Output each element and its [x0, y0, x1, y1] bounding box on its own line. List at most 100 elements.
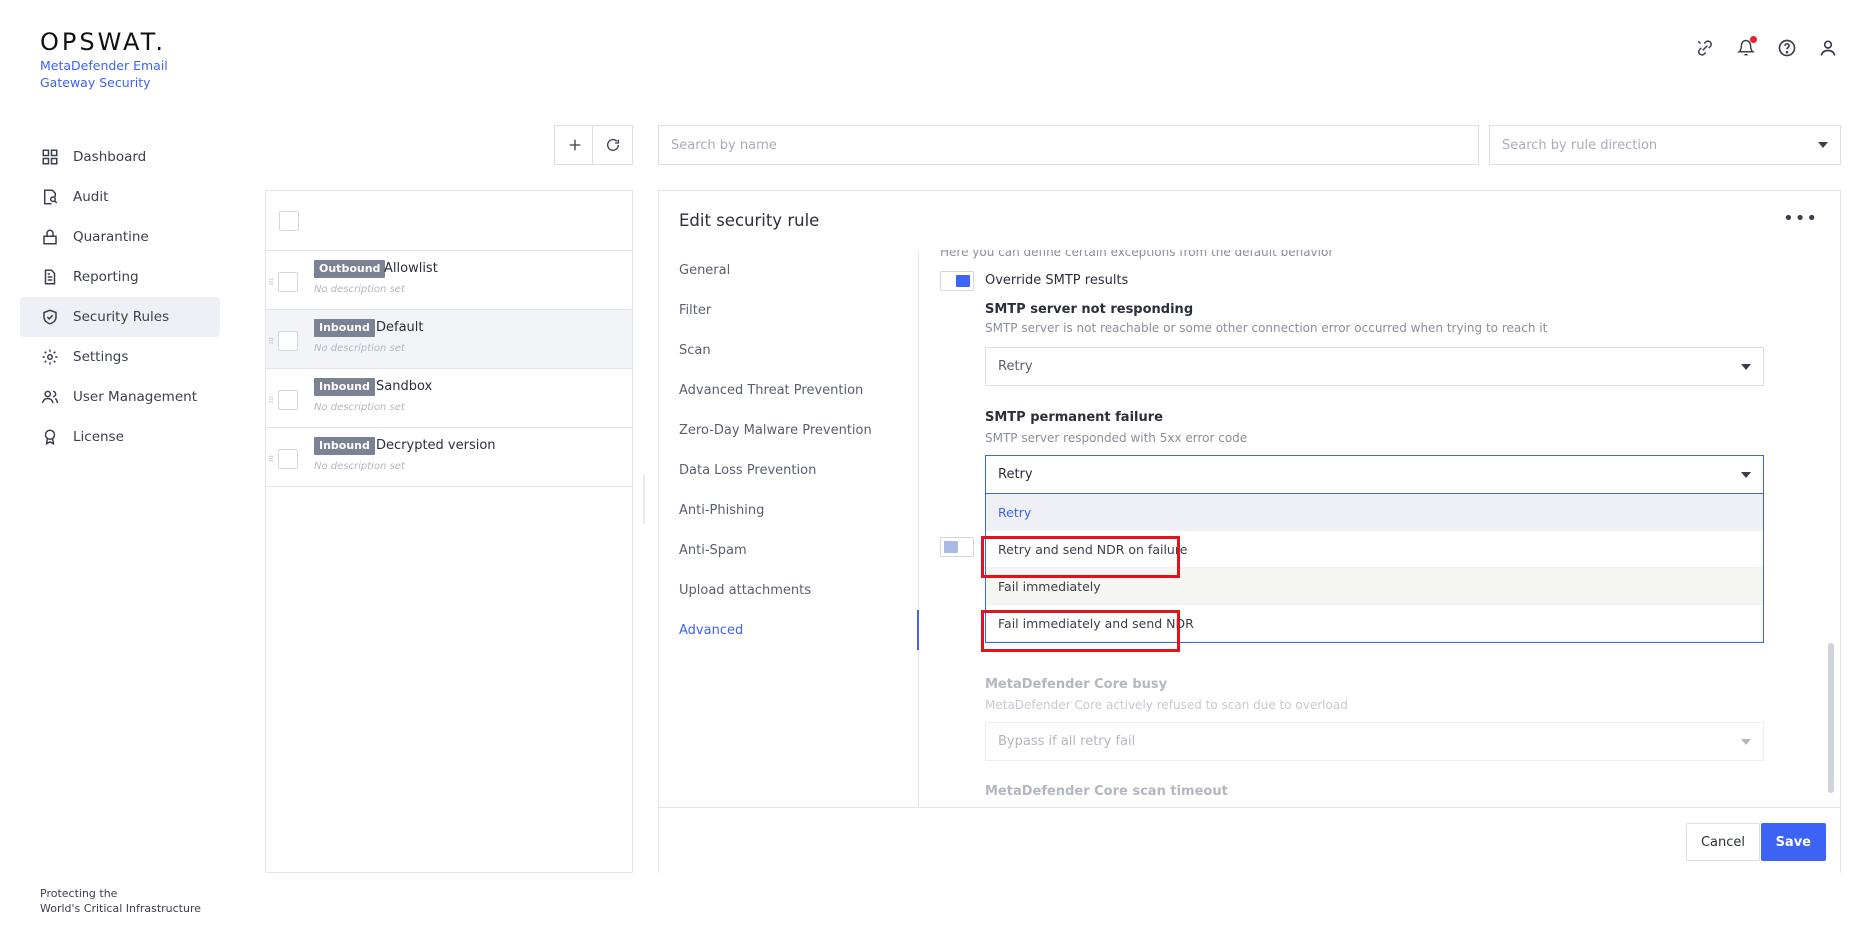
smtp-not-responding-select[interactable]: Retry	[985, 347, 1764, 386]
tab-general[interactable]: General	[659, 250, 918, 290]
caret-down-icon	[1818, 142, 1828, 148]
sidebar: Dashboard Audit Quarantine Reporting Sec…	[20, 137, 220, 457]
sidebar-item-user-management[interactable]: User Management	[20, 377, 220, 417]
sidebar-item-settings[interactable]: Settings	[20, 337, 220, 377]
refresh-button[interactable]	[592, 125, 633, 165]
panel-resize-handle[interactable]	[643, 474, 645, 524]
tab-advanced-threat-prevention[interactable]: Advanced Threat Prevention	[659, 370, 918, 410]
core-busy-title: MetaDefender Core busy	[985, 677, 1168, 692]
rule-name: Default	[376, 320, 424, 335]
rule-checkbox[interactable]	[278, 449, 298, 469]
refresh-icon	[606, 138, 619, 151]
tab-anti-phishing[interactable]: Anti-Phishing	[659, 490, 918, 530]
sidebar-item-label: Reporting	[73, 269, 139, 285]
sidebar-item-reporting[interactable]: Reporting	[20, 257, 220, 297]
select-all-checkbox[interactable]	[279, 211, 299, 231]
rule-description: No description set	[314, 343, 405, 354]
link-icon[interactable]	[1693, 36, 1717, 60]
tagline-line-1: Protecting the	[40, 887, 118, 900]
gear-icon	[42, 349, 58, 365]
product-name: MetaDefender Email Gateway Security	[40, 58, 168, 90]
tab-scan[interactable]: Scan	[659, 330, 918, 370]
caret-down-icon	[1741, 471, 1751, 478]
option-fail-immediately-and-send-ndr[interactable]: Fail immediately and send NDR	[986, 605, 1763, 642]
add-rule-button[interactable]	[554, 125, 595, 165]
sidebar-item-dashboard[interactable]: Dashboard	[20, 137, 220, 177]
more-options-icon[interactable]: •••	[1783, 210, 1818, 228]
drag-handle-icon[interactable]: ⠿	[268, 455, 274, 464]
sidebar-item-label: Dashboard	[73, 149, 147, 165]
sidebar-item-audit[interactable]: Audit	[20, 177, 220, 217]
rule-checkbox[interactable]	[278, 272, 298, 292]
notification-dot	[1750, 36, 1757, 43]
rule-checkbox[interactable]	[278, 390, 298, 410]
rules-list: ⠿ Outbound Allowlist No description set …	[265, 190, 633, 873]
sidebar-item-label: License	[73, 429, 124, 445]
topbar-icons	[1693, 36, 1840, 60]
second-option-toggle[interactable]	[940, 537, 974, 557]
core-scan-timeout-title: MetaDefender Core scan timeout	[985, 784, 1228, 799]
selected-value: Retry	[998, 359, 1033, 374]
tab-advanced[interactable]: Advanced	[659, 610, 919, 650]
document-icon	[44, 269, 56, 285]
sidebar-item-license[interactable]: License	[20, 417, 220, 457]
cancel-button[interactable]: Cancel	[1685, 823, 1760, 861]
content-scrollbar[interactable]	[1828, 643, 1834, 793]
rule-row[interactable]: ⠿ Inbound Default No description set	[266, 310, 632, 369]
tab-data-loss-prevention[interactable]: Data Loss Prevention	[659, 450, 918, 490]
sidebar-item-label: Settings	[73, 349, 129, 365]
smtp-permanent-failure-title: SMTP permanent failure	[985, 410, 1163, 425]
rule-name: Sandbox	[376, 379, 433, 394]
direction-tag: Inbound	[314, 378, 375, 396]
selected-value: Retry	[998, 467, 1033, 482]
section-intro: Here you can define certain exceptions f…	[940, 250, 1334, 259]
search-by-name-input[interactable]	[658, 125, 1479, 165]
tab-filter[interactable]: Filter	[659, 290, 918, 330]
bell-icon[interactable]	[1734, 36, 1758, 60]
rule-row[interactable]: ⠿ Outbound Allowlist No description set	[266, 251, 632, 310]
core-busy-description: MetaDefender Core actively refused to sc…	[985, 698, 1348, 712]
sidebar-item-quarantine[interactable]: Quarantine	[20, 217, 220, 257]
save-button[interactable]: Save	[1760, 823, 1826, 861]
editor-tabs: General Filter Scan Advanced Threat Prev…	[659, 250, 919, 807]
tab-zero-day-malware-prevention[interactable]: Zero-Day Malware Prevention	[659, 410, 918, 450]
tab-upload-attachments[interactable]: Upload attachments	[659, 570, 918, 610]
rule-direction-select[interactable]: Search by rule direction	[1489, 125, 1841, 165]
override-smtp-toggle[interactable]	[940, 271, 974, 291]
plus-icon	[569, 139, 580, 151]
footer-tagline: Protecting the World's Critical Infrastr…	[40, 886, 201, 916]
option-retry[interactable]: Retry	[986, 494, 1763, 531]
core-busy-select[interactable]: Bypass if all retry fail	[985, 722, 1764, 761]
rule-row[interactable]: ⠿ Inbound Sandbox No description set	[266, 369, 632, 428]
audit-icon	[44, 189, 58, 205]
advanced-settings-content: Here you can define certain exceptions f…	[920, 250, 1840, 807]
sidebar-item-label: User Management	[73, 389, 197, 405]
option-fail-immediately[interactable]: Fail immediately	[986, 568, 1763, 605]
override-smtp-label: Override SMTP results	[985, 273, 1129, 288]
smtp-not-responding-title: SMTP server not responding	[985, 302, 1194, 317]
smtp-permanent-failure-select[interactable]: Retry	[985, 455, 1764, 494]
badge-icon	[44, 429, 56, 446]
tab-anti-spam[interactable]: Anti-Spam	[659, 530, 918, 570]
rules-list-header	[266, 191, 632, 251]
smtp-permanent-failure-options: Retry Retry and send NDR on failure Fail…	[985, 494, 1764, 643]
rule-description: No description set	[314, 284, 405, 295]
selected-value: Bypass if all retry fail	[998, 734, 1136, 749]
rule-checkbox[interactable]	[278, 331, 298, 351]
direction-tag: Inbound	[314, 319, 375, 337]
help-icon[interactable]	[1775, 36, 1799, 60]
rule-row[interactable]: ⠿ Inbound Decrypted version No descripti…	[266, 428, 632, 487]
direction-tag: Outbound	[314, 260, 386, 278]
lock-icon	[43, 229, 57, 245]
drag-handle-icon[interactable]: ⠿	[268, 396, 274, 405]
sidebar-item-security-rules[interactable]: Security Rules	[20, 297, 220, 337]
drag-handle-icon[interactable]: ⠿	[268, 278, 274, 287]
option-retry-and-send-ndr[interactable]: Retry and send NDR on failure	[986, 531, 1763, 568]
dashboard-icon	[42, 149, 58, 165]
drag-handle-icon[interactable]: ⠿	[268, 337, 274, 346]
caret-down-icon	[1741, 363, 1751, 370]
edit-security-rule-panel: Edit security rule ••• General Filter Sc…	[658, 190, 1841, 873]
sidebar-item-label: Security Rules	[73, 309, 170, 325]
user-icon[interactable]	[1816, 36, 1840, 60]
rule-description: No description set	[314, 461, 405, 472]
